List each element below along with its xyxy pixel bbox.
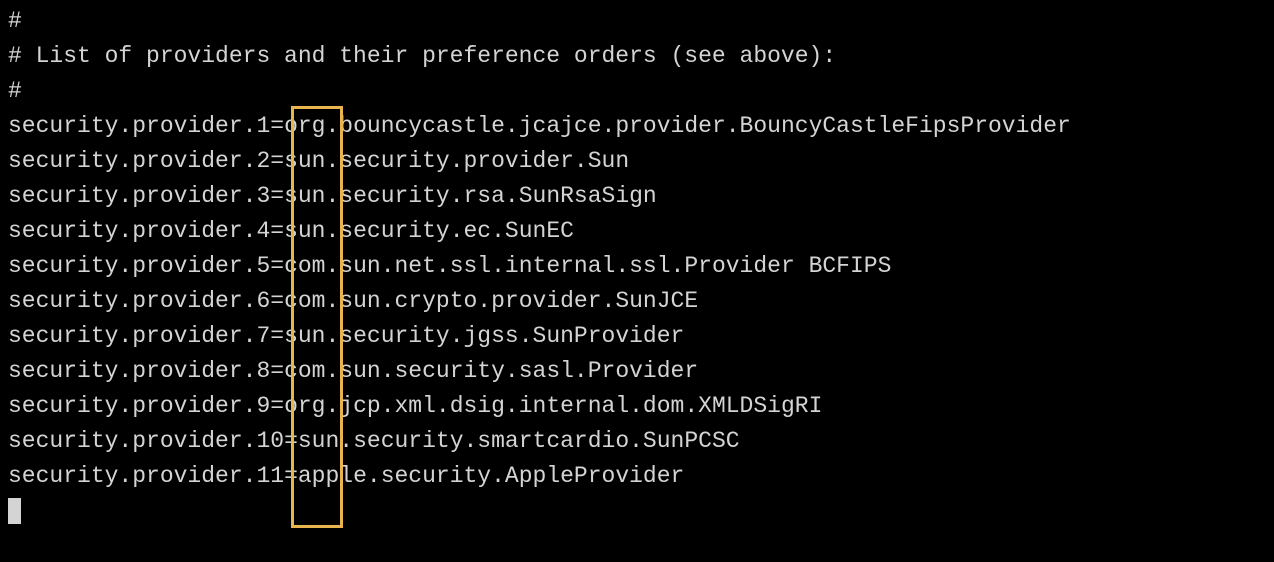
config-num: 8 (256, 358, 270, 384)
config-line: security.provider.1=org.bouncycastle.jca… (8, 109, 1266, 144)
comment-line: # List of providers and their preference… (8, 39, 1266, 74)
config-value: sun.security.jgss.SunProvider (284, 323, 684, 349)
config-line: security.provider.5=com.sun.net.ssl.inte… (8, 249, 1266, 284)
config-num: 2 (256, 148, 270, 174)
config-key: security.provider. (8, 218, 256, 244)
config-num: 6 (256, 288, 270, 314)
config-line: security.provider.10=sun.security.smartc… (8, 424, 1266, 459)
config-key: security.provider. (8, 428, 256, 454)
config-value: com.sun.crypto.provider.SunJCE (284, 288, 698, 314)
config-line: security.provider.2=sun.security.provide… (8, 144, 1266, 179)
config-key: security.provider. (8, 288, 256, 314)
config-num: 11 (256, 463, 284, 489)
config-key: security.provider. (8, 113, 256, 139)
config-sep: = (270, 148, 284, 174)
config-line: security.provider.11=apple.security.Appl… (8, 459, 1266, 494)
config-line: security.provider.9=org.jcp.xml.dsig.int… (8, 389, 1266, 424)
config-line: security.provider.7=sun.security.jgss.Su… (8, 319, 1266, 354)
config-sep: = (284, 428, 298, 454)
config-value: org.bouncycastle.jcajce.provider.BouncyC… (284, 113, 1071, 139)
config-num: 10 (256, 428, 284, 454)
config-sep: = (270, 358, 284, 384)
terminal-editor[interactable]: # # List of providers and their preferen… (0, 0, 1274, 533)
config-line: security.provider.8=com.sun.security.sas… (8, 354, 1266, 389)
config-value: com.sun.net.ssl.internal.ssl.Provider BC… (284, 253, 891, 279)
config-key: security.provider. (8, 183, 256, 209)
comment-line: # (8, 74, 1266, 109)
config-num: 3 (256, 183, 270, 209)
config-sep: = (284, 463, 298, 489)
config-key: security.provider. (8, 358, 256, 384)
config-num: 1 (256, 113, 270, 139)
cursor-icon (8, 498, 21, 524)
config-value: sun.security.ec.SunEC (284, 218, 574, 244)
config-line: security.provider.6=com.sun.crypto.provi… (8, 284, 1266, 319)
config-key: security.provider. (8, 148, 256, 174)
config-line: security.provider.3=sun.security.rsa.Sun… (8, 179, 1266, 214)
config-sep: = (270, 323, 284, 349)
config-num: 5 (256, 253, 270, 279)
config-key: security.provider. (8, 323, 256, 349)
config-value: apple.security.AppleProvider (298, 463, 684, 489)
config-value: com.sun.security.sasl.Provider (284, 358, 698, 384)
config-sep: = (270, 218, 284, 244)
config-sep: = (270, 288, 284, 314)
config-sep: = (270, 183, 284, 209)
config-value: sun.security.rsa.SunRsaSign (284, 183, 657, 209)
config-num: 9 (256, 393, 270, 419)
config-sep: = (270, 113, 284, 139)
config-key: security.provider. (8, 463, 256, 489)
comment-line: # (8, 4, 1266, 39)
config-value: sun.security.smartcardio.SunPCSC (298, 428, 740, 454)
config-num: 7 (256, 323, 270, 349)
cursor-line (8, 494, 1266, 529)
config-key: security.provider. (8, 253, 256, 279)
config-value: sun.security.provider.Sun (284, 148, 629, 174)
config-line: security.provider.4=sun.security.ec.SunE… (8, 214, 1266, 249)
config-value: org.jcp.xml.dsig.internal.dom.XMLDSigRI (284, 393, 822, 419)
config-sep: = (270, 393, 284, 419)
config-sep: = (270, 253, 284, 279)
config-key: security.provider. (8, 393, 256, 419)
config-num: 4 (256, 218, 270, 244)
